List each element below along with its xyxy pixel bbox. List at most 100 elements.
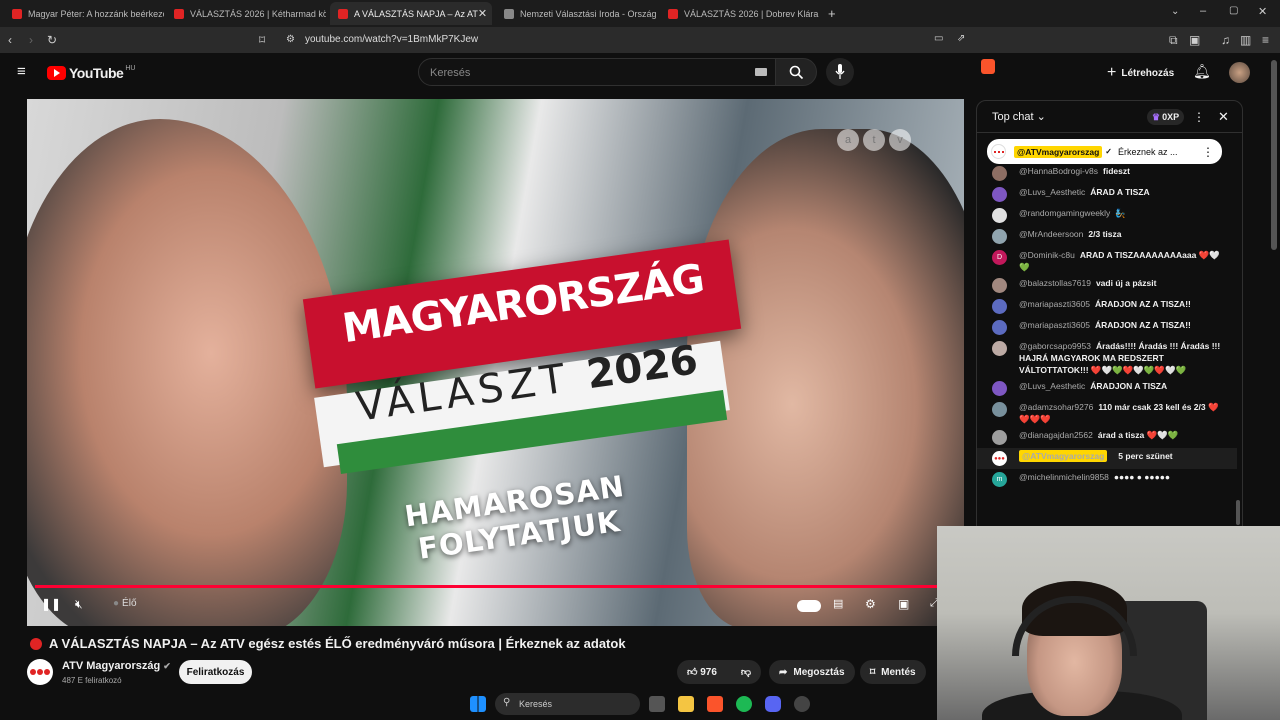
browser-tab-active[interactable]: A VÁLASZTÁS NAPJA – Az AT ✕ xyxy=(330,2,492,25)
chat-message[interactable]: @mariapaszti3605 ÁRADJON AZ A TISZA!! xyxy=(977,317,1237,338)
youtube-logo[interactable]: YouTube HU xyxy=(47,65,135,81)
chat-author[interactable]: @gaborcsapo9953 xyxy=(1019,341,1091,351)
avatar[interactable] xyxy=(1229,62,1250,83)
share-page-icon[interactable]: ⇗ xyxy=(957,33,965,44)
chat-author[interactable]: @Dominik-c8u xyxy=(1019,250,1075,260)
taskbar-search-label: Keresés xyxy=(519,699,553,709)
channel-avatar[interactable] xyxy=(27,659,53,685)
subscribe-button[interactable]: Feliratkozás xyxy=(179,660,252,684)
chat-author[interactable]: @Luvs_Aesthetic xyxy=(1019,381,1085,391)
reload-icon[interactable]: ↻ xyxy=(47,33,57,47)
autoplay-toggle[interactable] xyxy=(797,600,821,612)
tab-list-chevron-icon[interactable]: ⌄ xyxy=(1171,6,1179,17)
hamburger-menu-icon[interactable]: ≡ xyxy=(17,63,26,80)
forward-icon[interactable]: › xyxy=(29,33,33,47)
browser-tab[interactable]: Nemzeti Választási Iroda - Országgy xyxy=(496,2,656,25)
search-icon: ⚲ xyxy=(503,697,511,708)
miniplayer-icon[interactable]: ▣ xyxy=(898,597,909,611)
close-tab-icon[interactable]: ✕ xyxy=(478,7,487,20)
new-tab-button[interactable]: + xyxy=(828,6,836,21)
chat-author[interactable]: @balazstollas7619 xyxy=(1019,278,1091,288)
like-button[interactable]: 👍︎ 976 xyxy=(687,666,717,678)
taskbar-search[interactable]: ⚲ Keresés xyxy=(495,693,640,715)
chat-message[interactable]: @adamzsohar9276 110 már csak 23 kell és 2… xyxy=(977,399,1237,427)
back-icon[interactable]: ‹ xyxy=(8,33,12,47)
chat-message[interactable]: @MrAndeersoon 2/3 tisza xyxy=(977,226,1237,247)
chat-message[interactable]: @randomgamingweekly 🧞 xyxy=(977,205,1237,226)
chat-author[interactable]: @adamzsohar9276 xyxy=(1019,402,1093,412)
window-close-icon[interactable]: ✕ xyxy=(1258,5,1267,18)
create-button[interactable]: + Létrehozás xyxy=(1099,61,1182,85)
task-view-icon[interactable] xyxy=(649,696,665,712)
chat-message[interactable]: m @michelinmichelin9858 ●●●● ● ●●●●● xyxy=(977,469,1237,490)
mute-icon[interactable]: 🔇︎ xyxy=(75,597,83,612)
tab-label: VÁLASZTÁS 2026 | Kétharmad közelé xyxy=(190,8,326,19)
chat-message[interactable]: @balazstollas7619 vadi új a pázsit xyxy=(977,275,1237,296)
minimize-icon[interactable]: – xyxy=(1200,5,1206,17)
chat-message-list: @HannaBodrogi-v8s fideszt @Luvs_Aesthetic Á… xyxy=(977,163,1237,490)
music-icon[interactable]: ♫ xyxy=(1221,33,1230,47)
chat-message[interactable]: @mariapaszti3605 ÁRADJON AZ A TISZA!! xyxy=(977,296,1237,317)
chat-message[interactable]: @Luvs_Aesthetic ÁRAD A TISZA xyxy=(977,184,1237,205)
dislike-button[interactable]: 👎︎ xyxy=(741,666,751,678)
save-button[interactable]: ⌑ Mentés xyxy=(860,660,926,684)
chat-message[interactable]: @gaborcsapo9953 Áradás!!!! Áradás !!! Ára… xyxy=(977,338,1237,378)
keyboard-icon[interactable] xyxy=(755,68,767,76)
browser-tab[interactable]: VÁLASZTÁS 2026 | Kétharmad közelé xyxy=(166,2,326,25)
discord-icon[interactable] xyxy=(765,696,781,712)
windows-start-icon[interactable] xyxy=(470,696,486,712)
brave-browser-icon[interactable] xyxy=(707,696,723,712)
chat-author[interactable]: @mariapaszti3605 xyxy=(1019,299,1090,309)
cast-icon[interactable]: ▭ xyxy=(934,33,943,44)
file-explorer-icon[interactable] xyxy=(678,696,694,712)
live-indicator-icon xyxy=(30,637,42,650)
wallet-icon[interactable]: ▣ xyxy=(1189,33,1200,47)
browser-tab[interactable]: VÁLASZTÁS 2026 | Dobrev Klára nagy xyxy=(660,2,820,25)
chat-message[interactable]: @dianagajdan2562 árad a tisza ❤️🤍💚 xyxy=(977,427,1237,448)
progress-bar[interactable] xyxy=(35,585,955,588)
bookmark-icon[interactable]: ⌑ xyxy=(259,33,265,47)
share-button[interactable]: ➦ Megosztás xyxy=(769,660,855,684)
extensions-icon[interactable]: ⧉ xyxy=(1169,33,1178,48)
page-scrollbar[interactable] xyxy=(1271,60,1277,250)
obs-icon[interactable] xyxy=(794,696,810,712)
video-player[interactable]: MAGYARORSZÁG VÁLASZT 2026 HAMAROSAN FOLY… xyxy=(27,99,964,626)
xp-badge[interactable]: ♛ 0XP xyxy=(1147,109,1185,125)
search-button[interactable] xyxy=(775,58,817,86)
chat-message[interactable]: D @Dominik-c8u ARAD A TISZAAAAAAAAaaa ❤️🤍💚 xyxy=(977,247,1237,275)
chat-message[interactable]: ●●● @ATVmagyarorszag 5 perc szünet xyxy=(977,448,1237,469)
chat-author[interactable]: @MrAndeersoon xyxy=(1019,229,1083,239)
sidebar-toggle-icon[interactable]: ▥ xyxy=(1240,33,1251,47)
pinned-message[interactable]: @ATVmagyarorszag ✓ Érkeznek az ... ⋮ xyxy=(987,139,1222,164)
chat-mode-selector[interactable]: Top chat ⌄ xyxy=(992,110,1046,123)
menu-icon[interactable]: ≡ xyxy=(1262,33,1269,47)
chat-message[interactable]: @HannaBodrogi-v8s fideszt xyxy=(977,163,1237,184)
close-chat-icon[interactable]: ✕ xyxy=(1218,109,1229,125)
subtitles-icon[interactable]: ▤ xyxy=(833,597,843,610)
chat-author[interactable]: @randomgamingweekly xyxy=(1019,208,1110,218)
live-badge[interactable]: ● Élő xyxy=(113,598,137,609)
chat-message[interactable]: @Luvs_Aesthetic ÁRADJON A TISZA xyxy=(977,378,1237,399)
chat-header: Top chat ⌄ ♛ 0XP ⋮ ✕ xyxy=(977,101,1242,133)
chat-author[interactable]: @ATVmagyarorszag xyxy=(1019,450,1108,462)
chat-more-options-icon[interactable]: ⋮ xyxy=(1193,110,1205,124)
pause-icon[interactable]: ❚❚ xyxy=(41,597,61,611)
chat-scrollbar[interactable] xyxy=(1236,500,1240,525)
spotify-icon[interactable] xyxy=(736,696,752,712)
settings-gear-icon[interactable]: ⚙ xyxy=(865,597,876,611)
pinned-more-icon[interactable]: ⋮ xyxy=(1202,145,1214,159)
chat-author[interactable]: @Luvs_Aesthetic xyxy=(1019,187,1085,197)
channel-name[interactable]: ATV Magyarország ✔ xyxy=(62,660,171,672)
chat-author[interactable]: @michelinmichelin9858 xyxy=(1019,472,1109,482)
chat-author[interactable]: @mariapaszti3605 xyxy=(1019,320,1090,330)
maximize-icon[interactable]: ▢ xyxy=(1229,5,1238,16)
site-info-icon[interactable]: ⚙ xyxy=(286,34,295,45)
chat-avatar xyxy=(992,341,1007,356)
chat-author[interactable]: @HannaBodrogi-v8s xyxy=(1019,166,1098,176)
url-field[interactable]: youtube.com/watch?v=1BmMkP7KJew xyxy=(305,34,478,45)
browser-tab[interactable]: Magyar Péter: A hozzánk beérkező ad xyxy=(4,2,164,25)
notifications-bell-icon[interactable]: 🔔︎ xyxy=(1193,63,1211,80)
search-input[interactable]: Keresés xyxy=(418,58,776,86)
chat-author[interactable]: @dianagajdan2562 xyxy=(1019,430,1093,440)
voice-search-button[interactable] xyxy=(826,58,854,86)
